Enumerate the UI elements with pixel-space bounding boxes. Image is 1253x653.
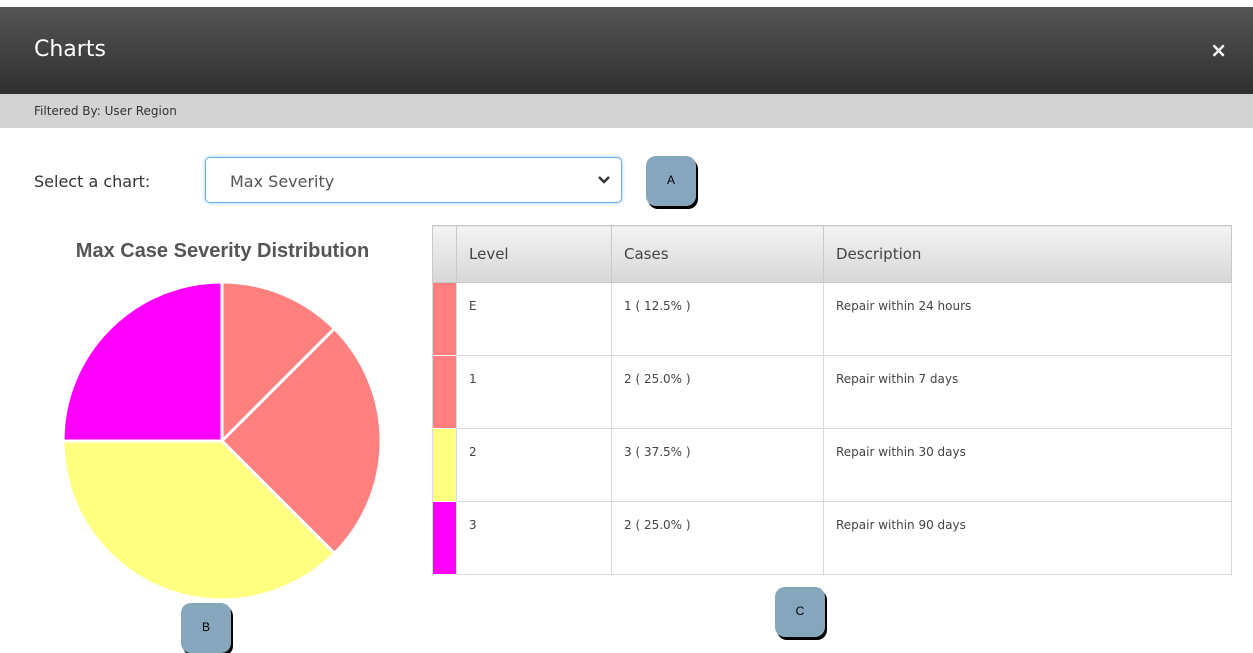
level-color-swatch bbox=[432, 501, 457, 575]
marker-c-label: C bbox=[795, 604, 805, 618]
level-cell: 3 bbox=[456, 501, 612, 575]
filter-bar: Filtered By: User Region bbox=[0, 94, 1253, 128]
cases-cell: 2 ( 25.0% ) bbox=[611, 355, 824, 429]
level-column-header[interactable]: Level bbox=[456, 225, 612, 283]
cases-cell: 2 ( 25.0% ) bbox=[611, 501, 824, 575]
chart-select[interactable]: Max Severity bbox=[205, 157, 622, 203]
description-cell: Repair within 30 days bbox=[823, 428, 1232, 502]
top-border bbox=[0, 0, 1253, 7]
table-row: 23 ( 37.5% ) Repair within 30 days bbox=[432, 428, 1232, 502]
cases-column-header[interactable]: Cases bbox=[611, 225, 824, 283]
dialog-header: Charts × bbox=[0, 7, 1253, 94]
level-cell: 1 bbox=[456, 355, 612, 429]
description-cell: Repair within 90 days bbox=[823, 501, 1232, 575]
severity-table: Level Cases Description E1 ( 12.5% ) Repa… bbox=[432, 225, 1232, 575]
description-column-header[interactable]: Description bbox=[823, 225, 1232, 283]
marker-a: A bbox=[646, 156, 696, 206]
cases-cell: 3 ( 37.5% ) bbox=[611, 428, 824, 502]
level-cell: 2 bbox=[456, 428, 612, 502]
color-column-header bbox=[432, 225, 457, 283]
filter-text: Filtered By: User Region bbox=[34, 104, 177, 118]
cases-cell: 1 ( 12.5% ) bbox=[611, 282, 824, 356]
marker-a-label: A bbox=[666, 173, 675, 187]
table-header-row: Level Cases Description bbox=[432, 225, 1232, 283]
marker-b-label: B bbox=[201, 620, 210, 634]
table-row: E1 ( 12.5% ) Repair within 24 hours bbox=[432, 282, 1232, 356]
table-row: 32 ( 25.0% ) Repair within 90 days bbox=[432, 501, 1232, 575]
description-cell: Repair within 24 hours bbox=[823, 282, 1232, 356]
level-color-swatch bbox=[432, 428, 457, 502]
chart-title: Max Case Severity Distribution bbox=[75, 240, 370, 262]
pie-slice-3[interactable] bbox=[62, 282, 224, 443]
chart-select-value: Max Severity bbox=[230, 172, 335, 191]
table-row: 12 ( 25.0% ) Repair within 7 days bbox=[432, 355, 1232, 429]
chevron-down-icon bbox=[598, 176, 610, 184]
marker-c: C bbox=[775, 587, 825, 637]
level-color-swatch bbox=[432, 355, 457, 429]
marker-b: B bbox=[181, 603, 231, 653]
level-color-swatch bbox=[432, 282, 457, 356]
pie-chart bbox=[62, 282, 382, 602]
level-cell: E bbox=[456, 282, 612, 356]
dialog-title: Charts bbox=[34, 37, 106, 62]
description-cell: Repair within 7 days bbox=[823, 355, 1232, 429]
chart-select-label: Select a chart: bbox=[34, 172, 151, 191]
close-icon[interactable]: × bbox=[1210, 40, 1227, 60]
